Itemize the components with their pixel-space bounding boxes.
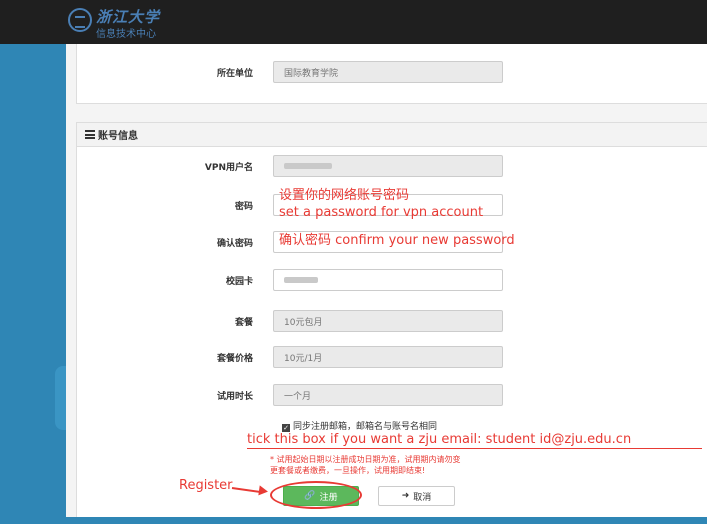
email-tip-annotation: tick this box if you want a zju email: s… xyxy=(247,432,632,447)
package-label: 套餐 xyxy=(234,318,253,328)
account-card-header: 账号信息 xyxy=(77,123,707,147)
trial-notice-line2: 更套餐或者缴费，一旦操作，试用期即结束! xyxy=(270,466,426,475)
price-label: 套餐价格 xyxy=(216,354,253,364)
package-field: 10元包月 xyxy=(273,310,503,332)
arrow-right-icon: ➜ xyxy=(401,491,410,501)
cancel-button[interactable]: ➜ 取消 xyxy=(378,486,455,506)
side-collapse-handle[interactable] xyxy=(55,366,66,430)
confirm-annotation: 确认密码 confirm your new password xyxy=(279,233,515,248)
vpn-username-field xyxy=(273,155,503,177)
campus-card-input[interactable] xyxy=(273,269,503,291)
register-arrow-icon xyxy=(258,485,269,497)
left-strip xyxy=(0,44,66,524)
unit-label: 所在单位 xyxy=(216,69,253,79)
logo-title: 浙江大学 xyxy=(96,8,161,26)
sync-email-label: 同步注册邮箱，邮箱名与账号名相同 xyxy=(293,422,438,432)
bottom-bar xyxy=(66,517,707,524)
price-field: 10元/1月 xyxy=(273,346,503,368)
sync-email-option[interactable]: ✓ 同步注册邮箱，邮箱名与账号名相同 xyxy=(282,419,437,432)
register-annotation: Register xyxy=(179,478,233,493)
checkbox-checked-icon[interactable]: ✓ xyxy=(282,424,290,432)
top-bar: 浙江大学 信息技术中心 xyxy=(0,0,707,44)
zju-logo: 浙江大学 信息技术中心 xyxy=(68,6,188,40)
trial-field: 一个月 xyxy=(273,384,503,406)
confirm-password-label: 确认密码 xyxy=(216,239,253,249)
password-label: 密码 xyxy=(234,202,253,212)
password-annotation-en: set a password for vpn account xyxy=(279,205,484,220)
trial-label: 试用时长 xyxy=(216,392,253,402)
unit-field: 国际教育学院 xyxy=(273,61,503,83)
vpn-username-label: VPN用户名 xyxy=(204,163,253,173)
zju-emblem-icon xyxy=(68,8,92,32)
account-card-title: 账号信息 xyxy=(98,131,138,142)
trial-notice-line1: * 试用起始日期以注册成功日期为准，试用期内请勿变 xyxy=(270,455,461,464)
cancel-button-label: 取消 xyxy=(413,492,432,503)
register-highlight-oval xyxy=(270,481,362,509)
list-icon xyxy=(85,130,95,139)
email-tip-underline xyxy=(247,448,702,449)
campus-card-label: 校园卡 xyxy=(225,277,253,287)
password-annotation-cn: 设置你的网络账号密码 xyxy=(279,188,410,203)
logo-subtitle: 信息技术中心 xyxy=(96,29,156,40)
